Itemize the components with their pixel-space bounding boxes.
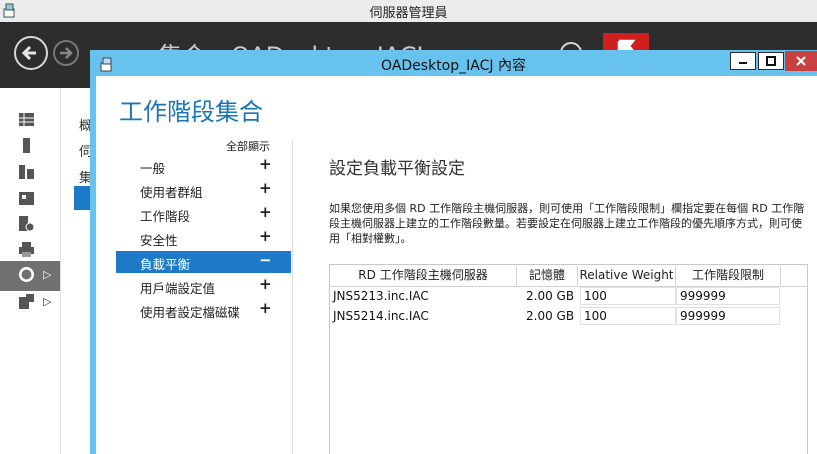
server-manager-title: 伺服器管理員 bbox=[369, 6, 448, 21]
back-arrow-icon bbox=[21, 45, 36, 61]
nav-item-label: 一般 bbox=[140, 161, 166, 176]
expand-chevron-icon[interactable]: ▷ bbox=[43, 268, 51, 281]
column-header-limit[interactable]: 工作階段限制 bbox=[676, 266, 781, 285]
session-limit-input[interactable]: 999999 bbox=[676, 287, 780, 305]
forward-arrow-icon bbox=[60, 47, 73, 59]
nav-item-security[interactable]: 安全性 + bbox=[116, 227, 291, 249]
expand-plus-icon[interactable]: + bbox=[259, 179, 272, 197]
nav-item-general[interactable]: 一般 + bbox=[116, 155, 291, 177]
dialog-title: OADesktop_IACJ 內容 bbox=[381, 58, 526, 74]
section-title: 設定負載平衡設定 bbox=[329, 159, 465, 179]
maximize-button[interactable] bbox=[758, 52, 784, 70]
remote-desktop-services-icon[interactable] bbox=[18, 266, 35, 283]
column-header-memory[interactable]: 記憶體 bbox=[517, 266, 578, 285]
dialog-heading: 工作階段集合 bbox=[119, 98, 263, 126]
expand-plus-icon[interactable]: + bbox=[259, 203, 272, 221]
expand-plus-icon[interactable]: + bbox=[259, 299, 272, 317]
nav-item-session[interactable]: 工作階段 + bbox=[116, 203, 291, 225]
expand-plus-icon[interactable]: + bbox=[259, 155, 272, 173]
relative-weight-input[interactable]: 100 bbox=[580, 287, 676, 305]
forward-button[interactable] bbox=[53, 40, 79, 66]
minimize-button[interactable] bbox=[730, 52, 756, 70]
nav-item-user-profile-disks[interactable]: 使用者設定檔磁碟 + bbox=[116, 299, 291, 321]
collapse-minus-icon[interactable]: − bbox=[259, 251, 272, 269]
expand-plus-icon[interactable]: + bbox=[259, 227, 272, 245]
section-description: 如果您使用多個 RD 工作階段主機伺服器，則可使用「工作階段限制」欄指定要在每個… bbox=[329, 202, 805, 245]
dashboard-icon[interactable] bbox=[18, 111, 35, 128]
local-server-icon[interactable] bbox=[18, 137, 35, 154]
column-header-server[interactable]: RD 工作階段主機伺服器 bbox=[330, 266, 517, 285]
wsus-icon[interactable] bbox=[18, 293, 35, 310]
minimize-icon bbox=[739, 62, 747, 64]
memory-value: 2.00 GB bbox=[526, 309, 575, 323]
nav-item-label: 使用者群組 bbox=[140, 185, 203, 200]
iis-icon[interactable] bbox=[18, 215, 35, 232]
close-icon bbox=[796, 56, 806, 66]
subnav-selection bbox=[74, 186, 91, 210]
expand-chevron-icon[interactable]: ▷ bbox=[43, 295, 51, 308]
nav-item-user-groups[interactable]: 使用者群組 + bbox=[116, 179, 291, 201]
show-all-link[interactable]: 全部顯示 bbox=[226, 138, 270, 154]
nav-divider bbox=[292, 140, 293, 454]
nav-item-label: 用戶端設定值 bbox=[140, 281, 216, 296]
nav-item-client-settings[interactable]: 用戶端設定值 + bbox=[116, 275, 291, 297]
nav-item-label: 安全性 bbox=[140, 233, 178, 248]
nav-item-label: 工作階段 bbox=[140, 209, 191, 224]
nav-item-load-balancing[interactable]: 負載平衡 − bbox=[116, 251, 291, 273]
maximize-icon bbox=[766, 56, 776, 66]
all-servers-icon[interactable] bbox=[18, 163, 35, 180]
file-services-icon[interactable] bbox=[18, 189, 35, 206]
nav-item-label: 使用者設定檔磁碟 bbox=[140, 305, 241, 320]
column-header-weight[interactable]: Relative Weight bbox=[578, 266, 676, 285]
session-limit-input[interactable]: 999999 bbox=[676, 307, 780, 325]
back-button[interactable] bbox=[14, 36, 48, 70]
dialog-frame bbox=[90, 76, 96, 454]
server-name: JNS5213.inc.IAC bbox=[333, 289, 429, 303]
print-services-icon[interactable] bbox=[18, 241, 35, 258]
close-button[interactable] bbox=[785, 51, 817, 71]
server-name: JNS5214.inc.IAC bbox=[333, 309, 429, 323]
relative-weight-input[interactable]: 100 bbox=[580, 307, 676, 325]
expand-plus-icon[interactable]: + bbox=[259, 275, 272, 293]
memory-value: 2.00 GB bbox=[526, 289, 575, 303]
nav-item-label: 負載平衡 bbox=[140, 257, 191, 272]
